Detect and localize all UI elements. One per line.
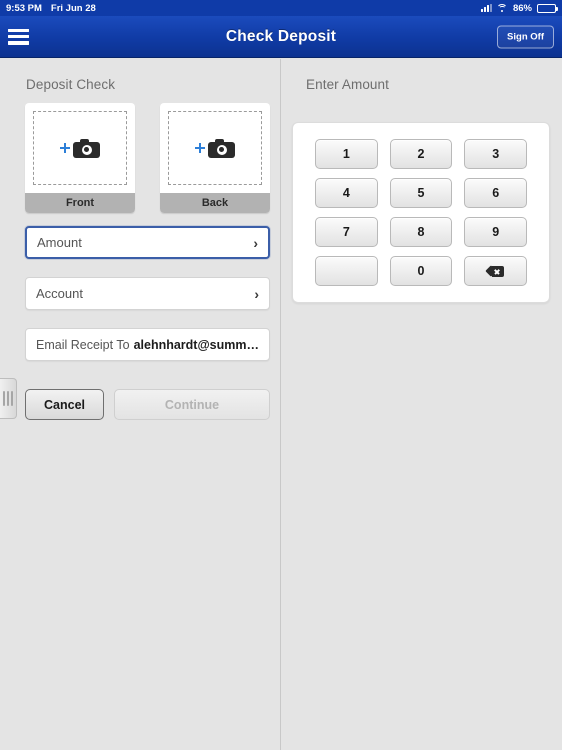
backspace-icon — [485, 265, 505, 277]
keypad-key-9[interactable]: 9 — [464, 217, 527, 247]
keypad-key-1[interactable]: 1 — [315, 139, 378, 169]
numeric-keypad-grid: 1 2 3 4 5 6 7 8 9 0 — [315, 139, 527, 286]
wifi-icon — [496, 3, 508, 13]
keypad-key-2[interactable]: 2 — [389, 139, 453, 169]
cancel-button[interactable]: Cancel — [25, 389, 104, 420]
keypad-key-0[interactable]: 0 — [389, 256, 453, 286]
keypad-key-backspace[interactable] — [464, 256, 527, 286]
capture-dashed-frame — [168, 111, 262, 185]
capture-dashed-frame — [33, 111, 127, 185]
numeric-keypad-card: 1 2 3 4 5 6 7 8 9 0 — [292, 122, 550, 303]
email-receipt-row[interactable]: Email Receipt To alehnhardt@summitstat… — [25, 328, 270, 361]
cellular-signal-icon — [480, 4, 492, 12]
capture-label-back: Back — [160, 193, 270, 213]
status-date: Fri Jun 28 — [50, 2, 96, 14]
amount-field-label: Amount — [37, 235, 82, 250]
keypad-key-6[interactable]: 6 — [464, 178, 527, 208]
keypad-key-7[interactable]: 7 — [315, 217, 378, 247]
enter-amount-title: Enter Amount — [306, 77, 389, 92]
capture-label-front: Front — [25, 193, 135, 213]
status-bar: 9:53 PM Fri Jun 28 86% — [0, 0, 562, 16]
sign-off-button[interactable]: Sign Off — [497, 25, 554, 48]
battery-icon — [537, 3, 558, 13]
account-field-row[interactable]: Account › — [25, 277, 270, 310]
deposit-check-panel: Deposit Check Front Back Amount › Accoun… — [0, 59, 281, 750]
capture-tile-back[interactable]: Back — [160, 103, 270, 213]
continue-button: Continue — [114, 389, 270, 420]
deposit-check-title: Deposit Check — [26, 77, 116, 92]
chevron-right-icon: › — [254, 285, 259, 302]
keypad-key-blank — [315, 256, 378, 286]
status-time: 9:53 PM — [6, 2, 42, 14]
status-bar-right: 86% — [480, 2, 558, 14]
keypad-key-5[interactable]: 5 — [389, 178, 453, 208]
navigation-bar: Check Deposit Sign Off — [0, 16, 562, 58]
battery-percent-label: 86% — [512, 2, 532, 14]
enter-amount-panel: Enter Amount 1 2 3 4 5 6 7 8 9 0 — [282, 59, 562, 750]
capture-tile-front[interactable]: Front — [25, 103, 135, 213]
check-capture-row: Front Back — [25, 103, 270, 213]
email-receipt-value: alehnhardt@summitstat… — [133, 337, 259, 352]
email-receipt-label: Email Receipt To — [36, 337, 130, 352]
camera-icon — [208, 138, 235, 158]
page-title: Check Deposit — [225, 27, 337, 45]
keypad-key-8[interactable]: 8 — [389, 217, 453, 247]
hamburger-menu-icon[interactable] — [8, 28, 29, 45]
capture-window-front — [25, 103, 135, 193]
plus-icon — [60, 143, 70, 153]
keypad-key-3[interactable]: 3 — [464, 139, 527, 169]
app-screen: 9:53 PM Fri Jun 28 86% Check Deposit Sig… — [0, 0, 562, 750]
amount-field-row[interactable]: Amount › — [25, 226, 270, 259]
content-area: Deposit Check Front Back Amount › Accoun… — [0, 59, 562, 750]
capture-window-back — [160, 103, 270, 193]
drag-handle-icon[interactable] — [0, 378, 17, 419]
account-field-label: Account — [36, 286, 83, 301]
chevron-right-icon: › — [253, 234, 258, 251]
plus-icon — [195, 143, 205, 153]
keypad-key-4[interactable]: 4 — [315, 178, 378, 208]
action-button-row: Cancel Continue — [25, 389, 270, 420]
status-bar-left: 9:53 PM Fri Jun 28 — [6, 3, 96, 14]
camera-icon — [73, 138, 100, 158]
